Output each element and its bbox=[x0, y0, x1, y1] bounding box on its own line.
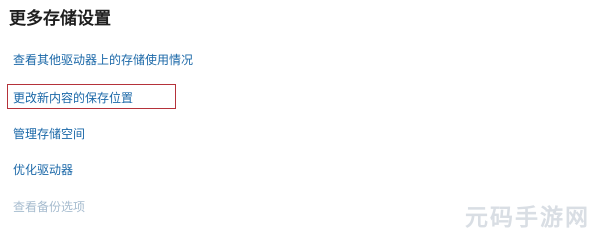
view-backup-options-link: 查看备份选项 bbox=[13, 200, 86, 214]
page-title: 更多存储设置 bbox=[9, 9, 111, 29]
optimize-drives-link[interactable]: 优化驱动器 bbox=[13, 161, 73, 179]
change-save-location-link[interactable]: 更改新内容的保存位置 bbox=[13, 89, 133, 107]
view-other-drives-link[interactable]: 查看其他驱动器上的存储使用情况 bbox=[13, 51, 193, 69]
watermark-logo: 元码手游网 bbox=[465, 205, 590, 231]
manage-storage-spaces-link[interactable]: 管理存储空间 bbox=[13, 125, 85, 143]
